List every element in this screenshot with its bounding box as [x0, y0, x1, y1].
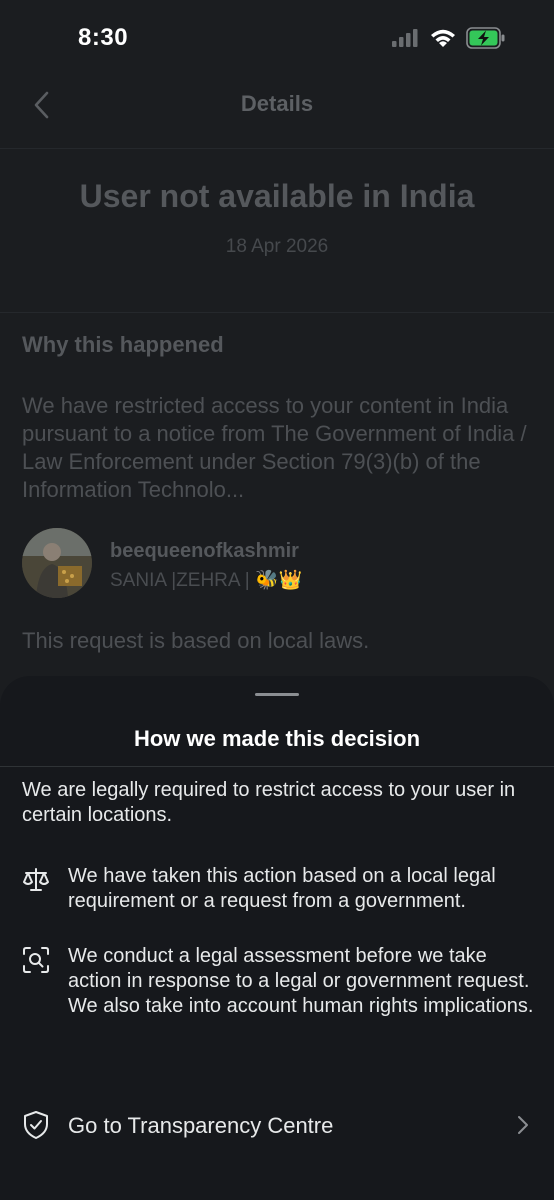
status-bar: 8:30 [0, 0, 554, 76]
wifi-icon [431, 29, 455, 47]
why-text: We have restricted access to your conten… [22, 393, 527, 502]
chevron-right-icon [518, 1116, 528, 1134]
reason-item-legal-assessment: We conduct a legal assessment before we … [22, 944, 534, 1048]
transparency-centre-label: Go to Transparency Centre [68, 1113, 334, 1138]
reason-text: We conduct a legal assessment before we … [68, 945, 534, 1017]
signal-icon [392, 29, 418, 47]
local-laws-text: This request is based on local laws. [22, 628, 370, 653]
sheet-grabber[interactable] [255, 693, 299, 696]
user-card[interactable]: beequeenofkashmir SANIA |ZEHRA | 🐝👑 [22, 528, 532, 602]
sheet-divider [0, 766, 554, 767]
why-title: Why this happened [22, 332, 224, 357]
reason-text: We have taken this action based on a loc… [68, 865, 496, 912]
reason-item-legal-requirement: We have taken this action based on a loc… [22, 864, 532, 916]
status-icons [392, 26, 506, 50]
status-time: 8:30 [78, 24, 129, 51]
divider [0, 312, 554, 313]
shield-check-icon [24, 1111, 48, 1139]
page-title: Details [240, 91, 314, 116]
user-handle: beequeenofkashmir [110, 540, 299, 562]
sheet-title: How we made this decision [133, 726, 421, 751]
user-display-name: SANIA |ZEHRA | 🐝👑 [110, 570, 303, 591]
nav-bar: Details [0, 76, 554, 149]
notice-date: 18 Apr 2026 [225, 236, 329, 257]
battery-charging-icon [466, 27, 505, 49]
avatar [22, 528, 92, 598]
notice-heading: User not available in India [79, 178, 475, 214]
decision-bottom-sheet: How we made this decision We are legally… [0, 676, 554, 1200]
scales-icon [23, 868, 49, 891]
transparency-centre-link[interactable]: Go to Transparency Centre [0, 1096, 554, 1156]
search-assessment-icon [23, 947, 49, 973]
sheet-intro: We are legally required to restrict acce… [22, 779, 516, 826]
